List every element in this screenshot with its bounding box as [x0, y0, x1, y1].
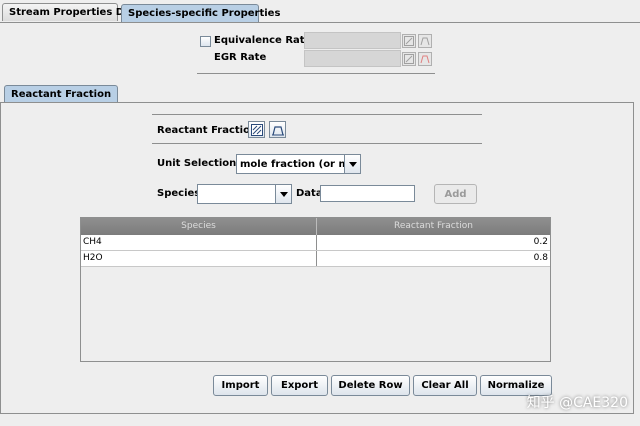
reactant-fraction-table[interactable]: Species Reactant Fraction CH4 0.2 H2O 0.… [80, 217, 551, 362]
top-separator [197, 73, 435, 74]
egr-rate-field [304, 50, 401, 67]
grid-icon [250, 123, 263, 136]
reactant-grid-button[interactable] [248, 121, 265, 138]
cell-reactant-fraction[interactable]: 0.2 [317, 235, 550, 250]
reactant-separator-top [152, 114, 482, 115]
equivalence-ratio-label: Equivalence Ratio [214, 35, 315, 46]
cell-reactant-fraction[interactable]: 0.8 [317, 251, 550, 266]
tab-stream-properties-data[interactable]: Stream Properties Data [2, 3, 142, 21]
export-button[interactable]: Export [271, 375, 328, 396]
profile-icon [420, 37, 430, 46]
equivalence-ratio-checkbox[interactable] [200, 36, 211, 47]
cell-species[interactable]: H2O [81, 251, 317, 266]
data-label: Data [296, 188, 323, 199]
data-input[interactable] [320, 185, 415, 202]
equivalence-ratio-profile-button [418, 34, 432, 48]
unit-selection-label: Unit Selection: [157, 158, 241, 169]
chevron-down-icon[interactable] [344, 155, 360, 173]
grid-icon [404, 36, 414, 46]
tab-species-specific-properties[interactable]: Species-specific Properties [121, 4, 280, 23]
reactant-profile-button[interactable] [269, 121, 286, 138]
profile-icon [271, 125, 284, 135]
cell-species[interactable]: CH4 [81, 235, 317, 250]
top-tab-bar: Stream Properties Data Species-specific … [0, 0, 640, 23]
species-label: Species [157, 188, 201, 199]
species-dropdown[interactable] [197, 184, 292, 204]
table-row[interactable]: H2O 0.8 [81, 251, 550, 267]
unit-selection-dropdown[interactable]: mole fraction (or mole) [236, 154, 361, 174]
column-header-reactant-fraction[interactable]: Reactant Fraction [317, 218, 550, 235]
tab-reactant-fraction[interactable]: Reactant Fraction [4, 85, 119, 103]
reactant-separator-bottom [152, 143, 482, 144]
add-button[interactable]: Add [434, 184, 477, 204]
column-header-species[interactable]: Species [81, 218, 317, 235]
watermark: 知乎 @CAE320 [526, 395, 628, 411]
equivalence-ratio-field [304, 32, 401, 49]
reactant-fraction-title: Reactant Fraction [157, 125, 258, 136]
egr-rate-profile-button [418, 52, 432, 66]
equivalence-ratio-grid-button [402, 34, 416, 48]
profile-icon [420, 55, 430, 64]
import-button[interactable]: Import [213, 375, 268, 396]
chevron-down-icon[interactable] [275, 185, 291, 203]
unit-selection-value: mole fraction (or mole) [240, 158, 344, 170]
table-row[interactable]: CH4 0.2 [81, 235, 550, 251]
grid-icon [404, 54, 414, 64]
egr-rate-label: EGR Rate [214, 52, 267, 63]
egr-rate-grid-button [402, 52, 416, 66]
table-header: Species Reactant Fraction [81, 218, 550, 235]
delete-row-button[interactable]: Delete Row [331, 375, 410, 396]
clear-all-button[interactable]: Clear All [413, 375, 477, 396]
